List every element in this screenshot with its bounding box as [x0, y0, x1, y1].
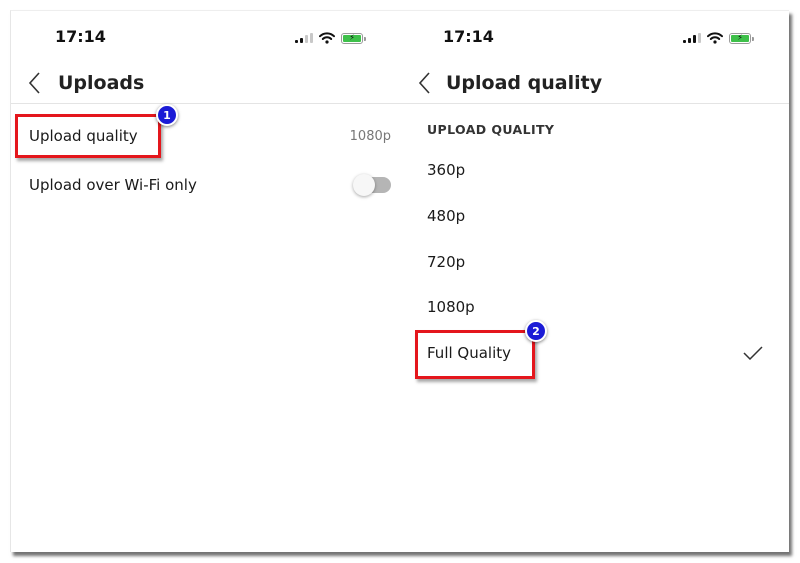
- status-icons: ⚡: [683, 31, 754, 45]
- wifi-only-toggle[interactable]: [353, 174, 391, 196]
- wifi-only-row: Upload over Wi-Fi only: [29, 170, 391, 200]
- page-title: Upload quality: [446, 72, 603, 94]
- option-label: 480p: [427, 207, 466, 225]
- status-icons: ⚡: [295, 31, 366, 45]
- screenshot-frame: 17:14 ⚡ Uploads Upload quality 1080p Upl…: [10, 10, 789, 552]
- status-time: 17:14: [443, 27, 494, 46]
- step-badge-1: 1: [156, 104, 178, 126]
- option-1080p[interactable]: 1080p: [427, 292, 771, 322]
- row-label: Upload over Wi-Fi only: [29, 176, 197, 194]
- section-header: UPLOAD QUALITY: [427, 122, 555, 137]
- option-full-quality[interactable]: Full Quality: [427, 338, 771, 368]
- signal-icon: [683, 33, 701, 43]
- wifi-icon: [707, 32, 723, 44]
- nav-bar: Upload quality: [399, 65, 789, 103]
- option-label: 720p: [427, 253, 466, 271]
- option-480p[interactable]: 480p: [427, 201, 771, 231]
- option-label: Full Quality: [427, 344, 512, 362]
- battery-charging-icon: ⚡: [729, 32, 754, 44]
- status-time: 17:14: [55, 27, 106, 46]
- option-360p[interactable]: 360p: [427, 155, 771, 185]
- step-badge-2: 2: [525, 320, 547, 342]
- chevron-left-icon[interactable]: [25, 71, 45, 95]
- divider: [399, 103, 789, 104]
- checkmark-icon: [743, 346, 763, 360]
- uploads-screen: 17:14 ⚡ Uploads Upload quality 1080p Upl…: [11, 11, 399, 552]
- signal-icon: [295, 33, 313, 43]
- nav-bar: Uploads: [11, 65, 399, 103]
- option-720p[interactable]: 720p: [427, 247, 771, 277]
- row-label: Upload quality: [29, 127, 138, 145]
- option-label: 360p: [427, 161, 466, 179]
- chevron-left-icon[interactable]: [415, 71, 435, 95]
- divider: [11, 103, 399, 104]
- upload-quality-value: 1080p: [349, 128, 391, 144]
- option-label: 1080p: [427, 298, 475, 316]
- upload-quality-row[interactable]: Upload quality 1080p: [29, 121, 391, 151]
- upload-quality-screen: 17:14 ⚡ Upload quality UPLOAD QUALITY 36…: [399, 11, 789, 552]
- battery-charging-icon: ⚡: [341, 32, 366, 44]
- page-title: Uploads: [58, 72, 145, 94]
- wifi-icon: [319, 32, 335, 44]
